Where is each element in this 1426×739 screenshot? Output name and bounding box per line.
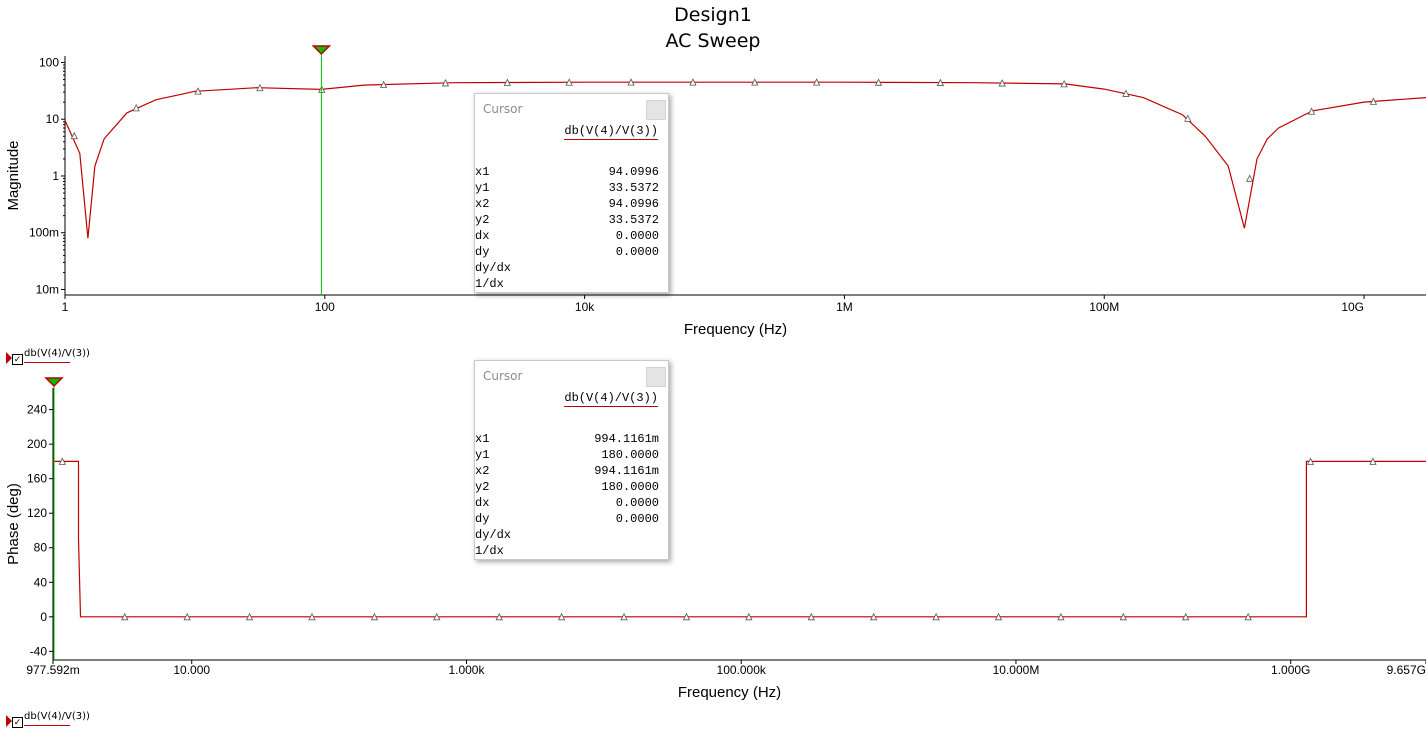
series-line (53, 460, 1426, 618)
cursor-handle-icon (311, 45, 332, 56)
cursor-row: y1 180.0000 (475, 448, 659, 462)
y-tick-label: 80 (34, 541, 48, 555)
cursor-trace-label: db(V(4)/V(3)) (564, 391, 658, 407)
x-tick-label: 10.000 (173, 663, 210, 677)
x-tick-label: 1.000G (1271, 663, 1310, 677)
y-tick-label: -40 (30, 644, 48, 658)
cursor-panel-magnitude[interactable]: Cursor db(V(4)/V(3)) x1 94.0996 y1 33.5372… (474, 93, 669, 293)
x-tick-label: 9.657G (1387, 663, 1426, 677)
cursor-row: dy/dx (475, 528, 512, 542)
data-point-marker (1246, 174, 1254, 182)
cursor-row: x1 994.1161m (475, 432, 659, 446)
cursor-row: 1/dx (475, 544, 504, 558)
y-tick-label: 10m (36, 282, 59, 296)
y-axis-title: Phase (deg) (5, 483, 22, 565)
cursor-row: dx 0.0000 (475, 229, 659, 243)
y-tick-label: 240 (27, 403, 47, 417)
y-tick-label: 40 (34, 575, 48, 589)
cursor-panel-phase[interactable]: Cursor db(V(4)/V(3)) x1 994.1161m y1 180.0… (474, 360, 669, 560)
y-tick-label: 100m (29, 226, 59, 240)
legend-label: db(V(4)/V(3)) (24, 711, 90, 722)
cursor-panel-header: Cursor (483, 102, 523, 116)
cursor-row: x2 994.1161m (475, 464, 659, 478)
plots-canvas: 100101100m10m1 100 10k 1M 100M 10GFrequency (… (5, 45, 1426, 701)
y-tick-label: 100 (39, 55, 59, 69)
x-tick-label: 10k (575, 300, 595, 314)
cursor-row: y2 180.0000 (475, 480, 659, 494)
cursor-row: dy/dx (475, 261, 512, 275)
cursor-row: x1 94.0996 (475, 165, 659, 179)
y-tick-label: 10 (46, 112, 60, 126)
x-axis-title: Frequency (Hz) (678, 684, 781, 701)
cursor-row: y1 33.5372 (475, 181, 659, 195)
cursor-row: 1/dx (475, 277, 504, 291)
legend-line (24, 362, 70, 363)
x-tick-label: 10G (1341, 300, 1364, 314)
x-tick-label: 977.592m (26, 663, 79, 677)
x-tick-label: 100M (1089, 300, 1119, 314)
x-tick-label: 10.000M (993, 663, 1040, 677)
legend-label: db(V(4)/V(3)) (24, 348, 90, 359)
x-tick-label: 1 (62, 300, 69, 314)
cursor-row: dy 0.0000 (475, 512, 659, 526)
cursor-row: x2 94.0996 (475, 197, 659, 211)
x-tick-label: 100 (315, 300, 335, 314)
x-tick-label: 1.000k (448, 663, 485, 677)
close-button[interactable] (646, 100, 666, 120)
legend-line (24, 725, 70, 726)
y-tick-label: 160 (27, 472, 47, 486)
y-tick-label: 0 (40, 610, 47, 624)
cursor-row: dy 0.0000 (475, 245, 659, 259)
cursor-trace-label: db(V(4)/V(3)) (564, 124, 658, 140)
cursor-panel-header: Cursor (483, 369, 523, 383)
y-tick-label: 1 (52, 169, 59, 183)
cursor-row: dx 0.0000 (475, 496, 659, 510)
series-line (64, 81, 1426, 239)
x-tick-label: 100.000k (717, 663, 767, 677)
y-tick-label: 120 (27, 506, 47, 520)
cursor-row: y2 33.5372 (475, 213, 659, 227)
y-axis-title: Magnitude (5, 140, 22, 210)
x-tick-label: 1M (836, 300, 853, 314)
legend-checkbox[interactable]: ✓ (12, 354, 23, 365)
y-tick-label: 200 (27, 437, 47, 451)
legend-checkbox[interactable]: ✓ (12, 717, 23, 728)
x-axis-title: Frequency (Hz) (684, 321, 787, 338)
close-button[interactable] (646, 367, 666, 387)
cursor-handle-icon (44, 377, 64, 388)
